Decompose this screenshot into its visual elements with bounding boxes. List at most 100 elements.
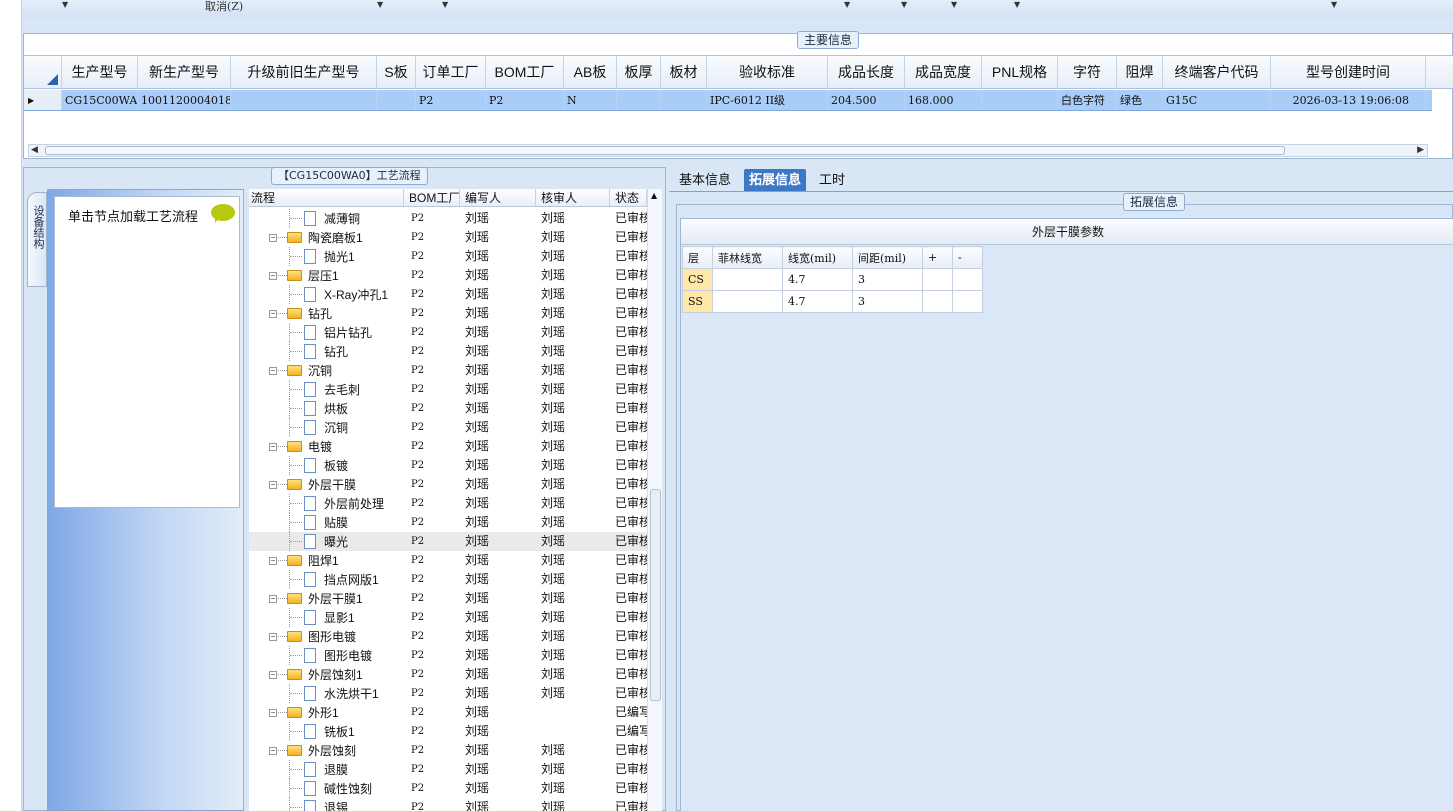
- tree-cell-auditor[interactable]: 刘瑶: [536, 798, 610, 811]
- tab-2[interactable]: 工时: [814, 169, 850, 191]
- tree-cell-status[interactable]: 已审核: [610, 285, 647, 304]
- main-grid-row[interactable]: ▶ CG15C00WA0 10011200040187 P2 P2 N IPC-6012 …: [24, 90, 1432, 111]
- tree-cell-status[interactable]: 已审核: [610, 380, 647, 399]
- collapse-icon[interactable]: −: [269, 747, 277, 755]
- table-cell[interactable]: 3: [852, 290, 923, 313]
- tree-node[interactable]: 板镀: [249, 456, 404, 475]
- table-cell[interactable]: [982, 90, 1058, 110]
- tab-0[interactable]: 基本信息: [674, 169, 736, 191]
- tree-node[interactable]: 贴膜: [249, 513, 404, 532]
- tree-cell-auditor[interactable]: 刘瑶: [536, 380, 610, 399]
- dropdown-arrow-icon[interactable]: ▼: [951, 0, 957, 9]
- tree-cell-bom[interactable]: P2: [404, 646, 460, 665]
- tree-row[interactable]: − 外层干膜 P2 刘瑶 刘瑶 已审核: [249, 475, 647, 494]
- tree-cell-status[interactable]: 已审核: [610, 551, 647, 570]
- tree-cell-bom[interactable]: P2: [404, 228, 460, 247]
- tree-node[interactable]: 减薄铜: [249, 209, 404, 228]
- tree-node[interactable]: 挡点网版1: [249, 570, 404, 589]
- tree-row[interactable]: 抛光1 P2 刘瑶 刘瑶 已审核: [249, 247, 647, 266]
- tree-cell-bom[interactable]: P2: [404, 532, 460, 551]
- select-all-corner[interactable]: [24, 56, 62, 88]
- tree-node[interactable]: 铣板1: [249, 722, 404, 741]
- tree-node[interactable]: 曝光: [249, 532, 404, 551]
- tree-cell-bom[interactable]: P2: [404, 760, 460, 779]
- tree-cell-writer[interactable]: 刘瑶: [460, 399, 536, 418]
- tree-node[interactable]: − 外层干膜1: [249, 589, 404, 608]
- tree-node[interactable]: − 外形1: [249, 703, 404, 722]
- tree-row[interactable]: 显影1 P2 刘瑶 刘瑶 已审核: [249, 608, 647, 627]
- tree-row[interactable]: 贴膜 P2 刘瑶 刘瑶 已审核: [249, 513, 647, 532]
- tree-cell-writer[interactable]: 刘瑶: [460, 380, 536, 399]
- tree-column-header[interactable]: BOM工厂: [404, 189, 460, 206]
- tree-cell-auditor[interactable]: 刘瑶: [536, 437, 610, 456]
- scroll-right-icon[interactable]: ▶: [1417, 145, 1424, 155]
- tree-cell-writer[interactable]: 刘瑶: [460, 494, 536, 513]
- tree-cell-status[interactable]: 已审核: [610, 437, 647, 456]
- tree-cell-bom[interactable]: P2: [404, 722, 460, 741]
- tree-cell-writer[interactable]: 刘瑶: [460, 304, 536, 323]
- tree-cell-writer[interactable]: 刘瑶: [460, 513, 536, 532]
- tree-cell-status[interactable]: 已审核: [610, 798, 647, 811]
- tree-cell-status[interactable]: 已审核: [610, 304, 647, 323]
- tree-cell-bom[interactable]: P2: [404, 703, 460, 722]
- tree-cell-bom[interactable]: P2: [404, 285, 460, 304]
- table-cell[interactable]: N: [564, 90, 617, 110]
- collapse-icon[interactable]: −: [269, 709, 277, 717]
- table-cell[interactable]: 绿色: [1117, 90, 1163, 110]
- tree-node[interactable]: 沉铜: [249, 418, 404, 437]
- table-cell[interactable]: 204.500: [828, 90, 905, 110]
- tree-cell-writer[interactable]: 刘瑶: [460, 722, 536, 741]
- tree-cell-auditor[interactable]: 刘瑶: [536, 361, 610, 380]
- tree-cell-auditor[interactable]: 刘瑶: [536, 760, 610, 779]
- tree-row[interactable]: − 电镀 P2 刘瑶 刘瑶 已审核: [249, 437, 647, 456]
- tree-row[interactable]: − 层压1 P2 刘瑶 刘瑶 已审核: [249, 266, 647, 285]
- tree-row[interactable]: 沉铜 P2 刘瑶 刘瑶 已审核: [249, 418, 647, 437]
- tree-row[interactable]: X-Ray冲孔1 P2 刘瑶 刘瑶 已审核: [249, 285, 647, 304]
- tree-cell-writer[interactable]: 刘瑶: [460, 361, 536, 380]
- tree-cell-bom[interactable]: P2: [404, 494, 460, 513]
- table-cell[interactable]: P2: [416, 90, 486, 110]
- tree-row[interactable]: − 陶瓷磨板1 P2 刘瑶 刘瑶 已审核: [249, 228, 647, 247]
- table-cell[interactable]: P2: [486, 90, 564, 110]
- tree-cell-writer[interactable]: 刘瑶: [460, 532, 536, 551]
- collapse-icon[interactable]: −: [269, 234, 277, 242]
- tree-node[interactable]: 烘板: [249, 399, 404, 418]
- tree-cell-auditor[interactable]: 刘瑶: [536, 399, 610, 418]
- tree-node[interactable]: 图形电镀: [249, 646, 404, 665]
- collapse-icon[interactable]: −: [269, 310, 277, 318]
- tree-cell-writer[interactable]: 刘瑶: [460, 551, 536, 570]
- column-header[interactable]: PNL规格: [982, 56, 1058, 88]
- tree-row[interactable]: 减薄铜 P2 刘瑶 刘瑶 已审核: [249, 209, 647, 228]
- collapse-icon[interactable]: −: [269, 272, 277, 280]
- tree-cell-writer[interactable]: 刘瑶: [460, 456, 536, 475]
- tree-cell-auditor[interactable]: 刘瑶: [536, 570, 610, 589]
- tree-cell-auditor[interactable]: 刘瑶: [536, 228, 610, 247]
- column-header[interactable]: 验收标准: [707, 56, 828, 88]
- tree-column-header[interactable]: 流程: [249, 189, 404, 206]
- dropdown-arrow-icon[interactable]: ▼: [377, 0, 383, 9]
- tree-cell-auditor[interactable]: 刘瑶: [536, 627, 610, 646]
- tree-cell-status[interactable]: 已审核: [610, 779, 647, 798]
- tree-node[interactable]: − 钻孔: [249, 304, 404, 323]
- tree-node[interactable]: − 外层蚀刻: [249, 741, 404, 760]
- tree-cell-bom[interactable]: P2: [404, 437, 460, 456]
- tree-cell-status[interactable]: 已审核: [610, 684, 647, 703]
- tree-node[interactable]: − 外层蚀刻1: [249, 665, 404, 684]
- side-tab-equipment[interactable]: 设备结构: [27, 192, 47, 287]
- collapse-icon[interactable]: −: [269, 481, 277, 489]
- tree-vertical-scrollbar[interactable]: ▲: [647, 189, 662, 811]
- tree-cell-auditor[interactable]: 刘瑶: [536, 342, 610, 361]
- tree-row[interactable]: − 钻孔 P2 刘瑶 刘瑶 已审核: [249, 304, 647, 323]
- tree-cell-status[interactable]: 已审核: [610, 247, 647, 266]
- tree-node[interactable]: 钻孔: [249, 342, 404, 361]
- tree-row[interactable]: 挡点网版1 P2 刘瑶 刘瑶 已审核: [249, 570, 647, 589]
- table-cell[interactable]: 2026-03-13 19:06:08: [1271, 90, 1426, 110]
- table-cell[interactable]: 10011200040187: [138, 90, 231, 110]
- tree-cell-auditor[interactable]: 刘瑶: [536, 285, 610, 304]
- collapse-icon[interactable]: −: [269, 633, 277, 641]
- tree-cell-bom[interactable]: P2: [404, 342, 460, 361]
- tree-cell-auditor[interactable]: 刘瑶: [536, 741, 610, 760]
- table-cell[interactable]: 4.7: [782, 290, 853, 313]
- tree-cell-auditor[interactable]: 刘瑶: [536, 247, 610, 266]
- tree-column-header[interactable]: 状态: [610, 189, 647, 206]
